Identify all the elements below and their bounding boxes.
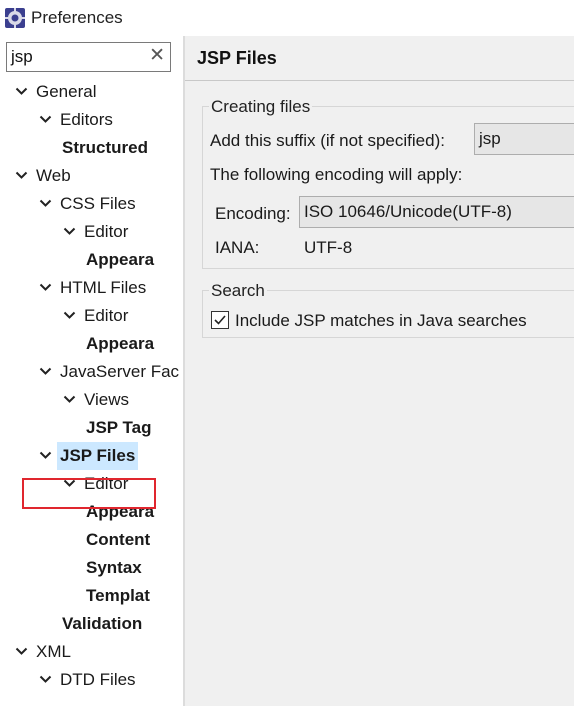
encoding-label: Encoding: xyxy=(215,204,291,223)
chevron-down-icon[interactable] xyxy=(62,470,78,498)
tree-item[interactable]: Appeara xyxy=(0,498,183,526)
tree-item[interactable]: JSP Tag xyxy=(0,414,183,442)
suffix-label: Add this suffix (if not specified): xyxy=(210,131,445,150)
iana-value: UTF-8 xyxy=(304,238,353,257)
tree-item-label: Structured xyxy=(62,138,148,157)
tree-item[interactable]: Templat xyxy=(0,582,183,610)
tree-item-label: Content xyxy=(86,530,151,549)
tree-item[interactable]: Editor xyxy=(0,470,183,498)
chevron-down-icon[interactable] xyxy=(38,666,54,694)
tree-item[interactable]: Editor xyxy=(0,302,183,330)
encoding-select[interactable]: ISO 10646/Unicode(UTF-8) xyxy=(299,196,574,228)
tree-item-label: Editors xyxy=(60,110,113,129)
tree-item[interactable]: Appeara xyxy=(0,330,183,358)
tree-item[interactable]: DTD Files xyxy=(0,666,183,694)
chevron-down-icon[interactable] xyxy=(14,638,30,666)
preference-page: JSP Files Creating files Add this suffix… xyxy=(185,36,574,706)
tree-item-label: Appeara xyxy=(86,502,155,521)
tree-item-label: Editor xyxy=(84,306,129,325)
tree-item[interactable]: HTML Files xyxy=(0,274,183,302)
tree-item-label: JSP Files xyxy=(57,442,139,470)
tree-item[interactable]: JavaServer Fac xyxy=(0,358,183,386)
tree-item[interactable]: JSP Files xyxy=(0,442,183,470)
search-group: Search Include JSP matches in Java searc… xyxy=(202,281,574,338)
include-jsp-checkbox[interactable] xyxy=(211,311,229,329)
eclipse-app-icon xyxy=(4,7,26,29)
chevron-down-icon[interactable] xyxy=(38,358,54,386)
preference-tree-panel: jsp ✕ General Editors Structured Web CSS Fil… xyxy=(0,36,183,706)
tree-item-label: XML xyxy=(36,642,71,661)
tree-item-label: CSS Files xyxy=(60,194,136,213)
window-title: Preferences xyxy=(31,8,123,27)
tree-item[interactable]: Appeara xyxy=(0,246,183,274)
tree-item-label: Appeara xyxy=(86,334,155,353)
chevron-down-icon[interactable] xyxy=(62,218,78,246)
tree-item-label: Templat xyxy=(86,586,150,605)
tree-item[interactable]: CSS Files xyxy=(0,190,183,218)
chevron-down-icon[interactable] xyxy=(14,78,30,106)
creating-files-group: Creating files Add this suffix (if not s… xyxy=(202,97,574,269)
tree-item-label: JavaServer Fac xyxy=(60,362,180,381)
encoding-note: The following encoding will apply: xyxy=(210,165,463,184)
tree-item-label: HTML Files xyxy=(60,278,147,297)
include-jsp-label[interactable]: Include JSP matches in Java searches xyxy=(235,311,527,331)
page-title: JSP Files xyxy=(197,48,277,68)
chevron-down-icon[interactable] xyxy=(62,386,78,414)
tree-item[interactable]: Structured xyxy=(0,134,183,162)
tree-item[interactable]: Views xyxy=(0,386,183,414)
iana-label: IANA: xyxy=(215,238,260,257)
tree-item-label: Views xyxy=(84,390,130,409)
tree-item[interactable]: XML xyxy=(0,638,183,666)
tree-item-label: Web xyxy=(36,166,71,185)
tree-item-label: Syntax xyxy=(86,558,142,577)
tree-item-label: DTD Files xyxy=(60,670,136,689)
tree-item[interactable]: Validation xyxy=(0,610,183,638)
tree-item-label: General xyxy=(36,82,97,101)
suffix-input[interactable]: jsp xyxy=(474,123,574,155)
tree-item-label: Editor xyxy=(84,474,129,493)
chevron-down-icon[interactable] xyxy=(38,190,54,218)
chevron-down-icon[interactable] xyxy=(38,442,54,470)
tree-item-label: Appeara xyxy=(86,250,155,269)
tree-item-label: Editor xyxy=(84,222,129,241)
tree-item[interactable]: Editors xyxy=(0,106,183,134)
tree-item[interactable]: Editor xyxy=(0,218,183,246)
chevron-down-icon[interactable] xyxy=(38,106,54,134)
chevron-down-icon[interactable] xyxy=(14,162,30,190)
checkmark-icon xyxy=(214,315,226,325)
tree-item[interactable]: Syntax xyxy=(0,554,183,582)
tree-item[interactable]: Web xyxy=(0,162,183,190)
title-separator xyxy=(185,80,574,81)
title-bar: Preferences xyxy=(0,0,574,36)
filter-input[interactable]: jsp ✕ xyxy=(6,42,171,72)
filter-input-value: jsp xyxy=(11,47,33,66)
creating-files-group-title: Creating files xyxy=(209,97,313,117)
search-group-title: Search xyxy=(209,281,267,301)
tree-item-label: Validation xyxy=(62,614,143,633)
chevron-down-icon[interactable] xyxy=(62,302,78,330)
tree-item[interactable]: Content xyxy=(0,526,183,554)
clear-filter-icon[interactable]: ✕ xyxy=(149,46,165,66)
tree-item-label: JSP Tag xyxy=(86,418,152,437)
tree-item[interactable]: General xyxy=(0,78,183,106)
chevron-down-icon[interactable] xyxy=(38,274,54,302)
